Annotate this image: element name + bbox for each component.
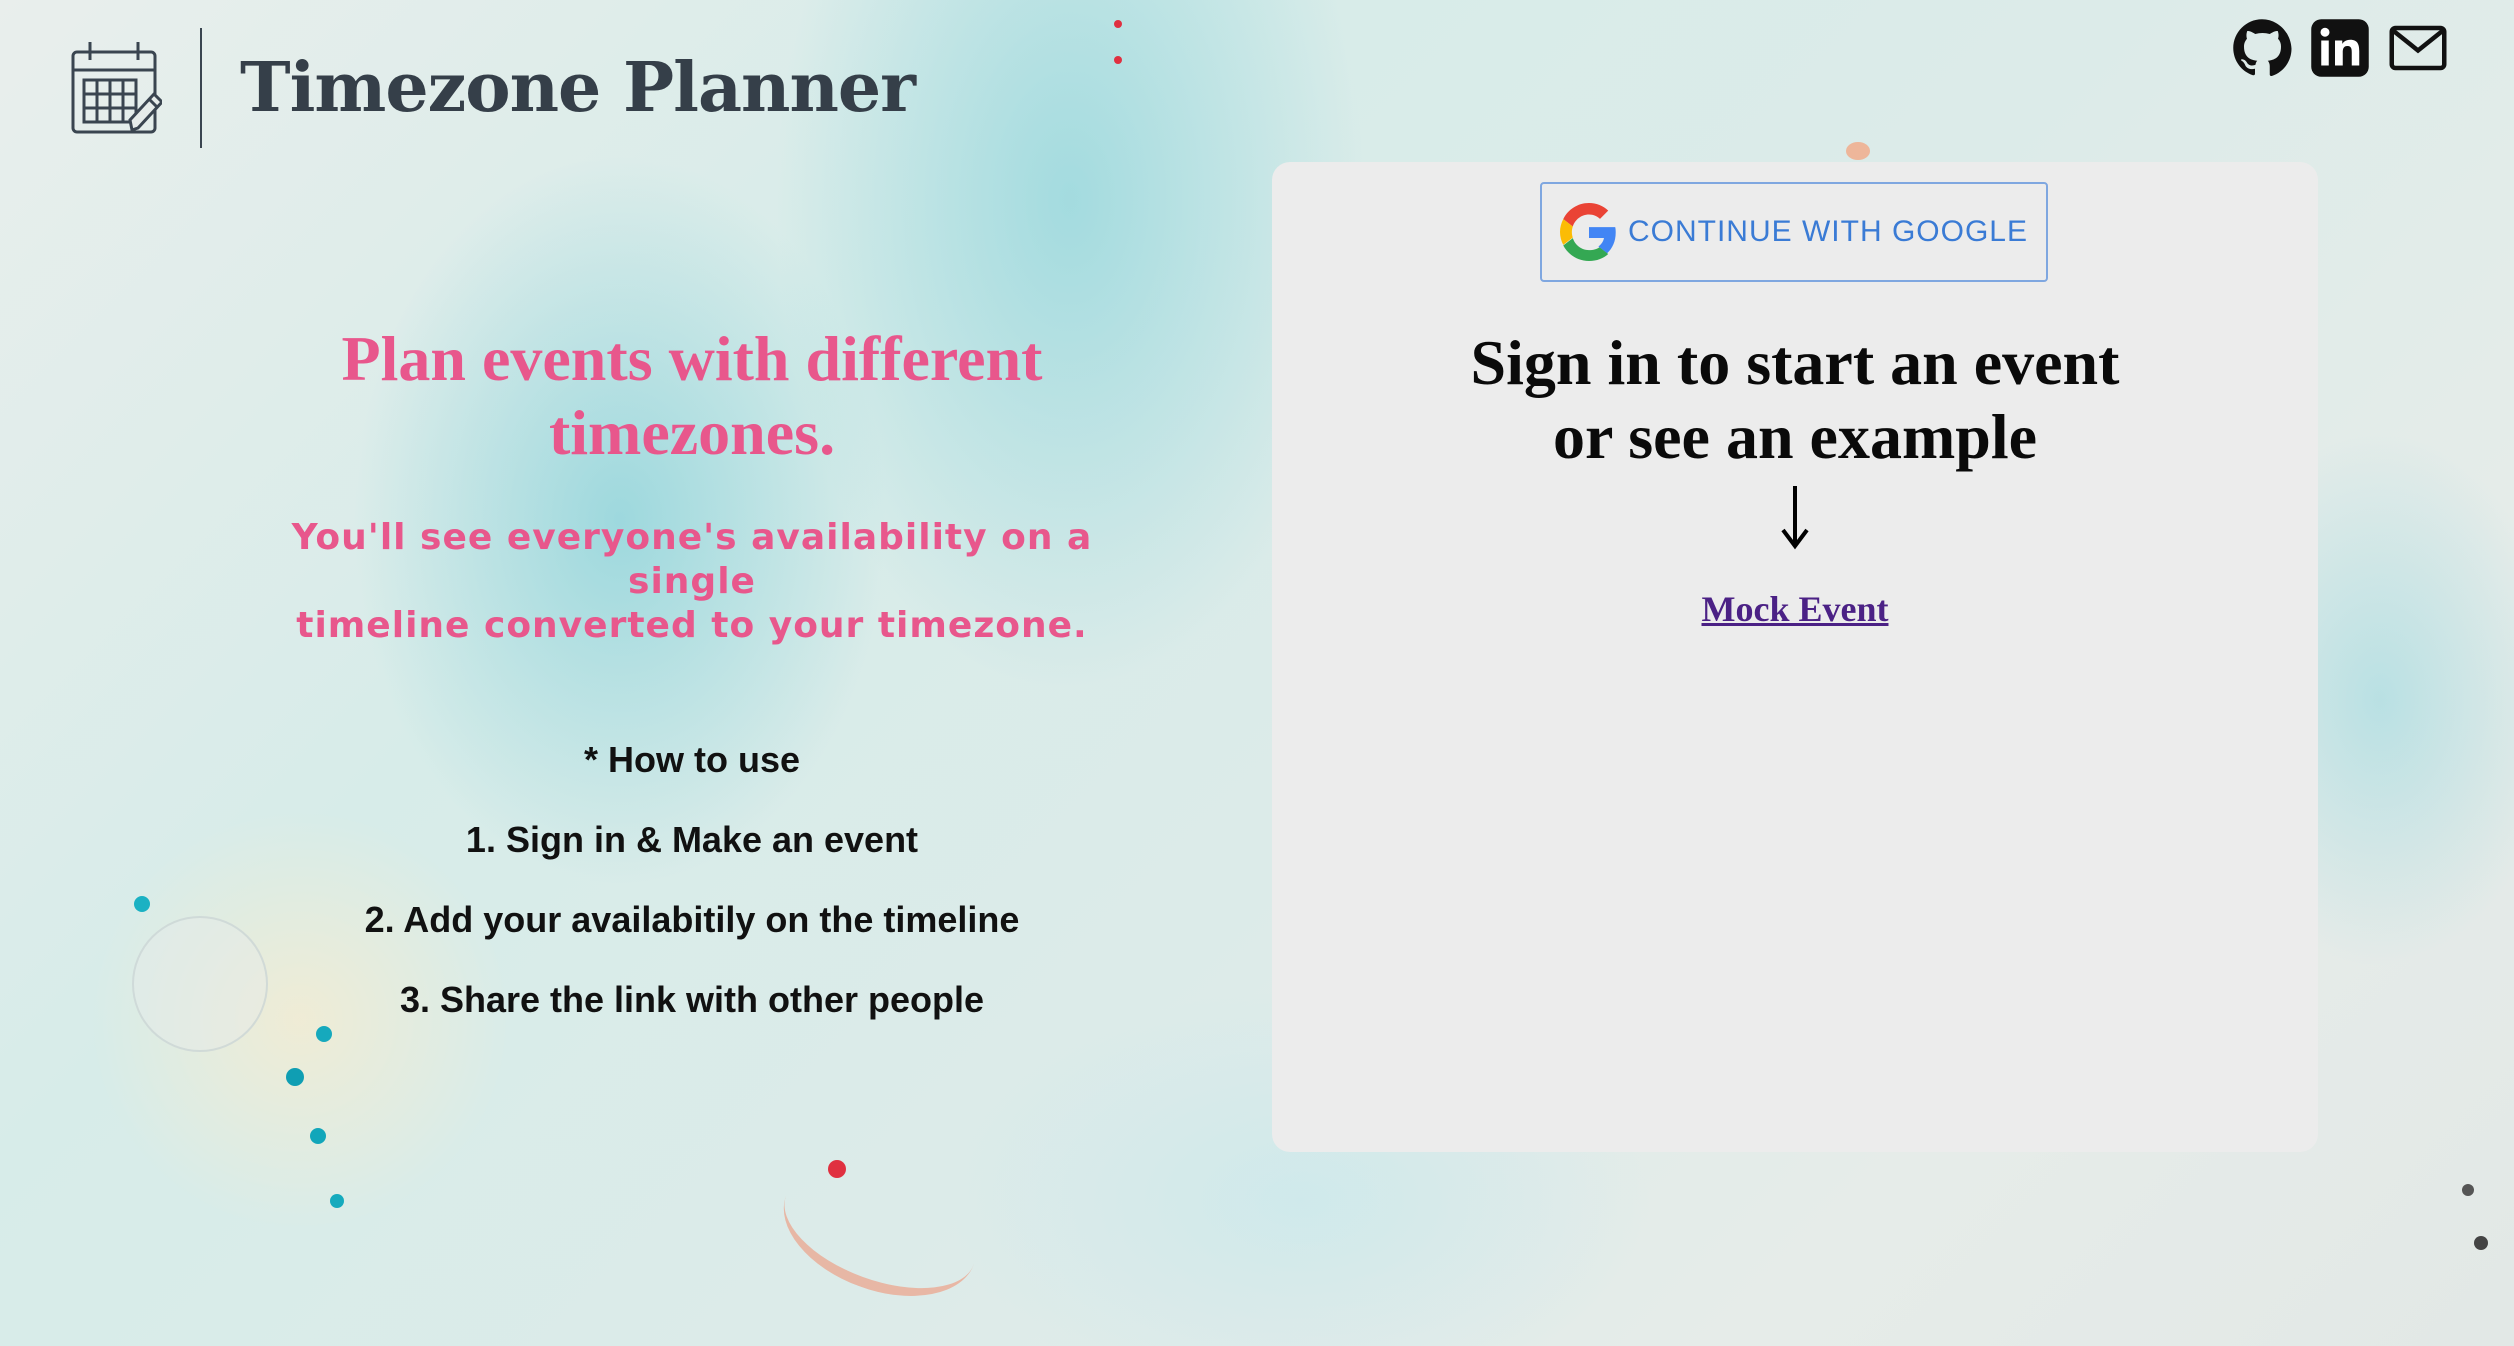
card-heading: Sign in to start an event or see an exam…: [1272, 326, 2318, 474]
mail-icon[interactable]: [2388, 18, 2448, 78]
app-title: Timezone Planner: [240, 48, 916, 128]
background-droplet: [310, 1128, 326, 1144]
background-droplet: [134, 896, 150, 912]
google-icon: [1559, 203, 1616, 261]
arrow-down-icon: [1781, 486, 1809, 550]
background-droplet: [1114, 56, 1122, 64]
calendar-edit-icon: [71, 42, 162, 134]
background-streak: [765, 1139, 995, 1321]
background-droplet: [330, 1194, 344, 1208]
mock-event-link[interactable]: Mock Event: [1272, 588, 2318, 630]
hero-title-line: Plan events with different: [341, 323, 1043, 394]
card-heading-line: Sign in to start an event: [1470, 327, 2120, 398]
social-links: [2232, 18, 2448, 78]
background-droplet: [2462, 1184, 2474, 1196]
sign-in-card: CONTINUE WITH GOOGLE Sign in to start an…: [1272, 162, 2318, 1152]
how-to-step: 2. Add your availabitily on the timeline: [364, 899, 1020, 940]
background-droplet: [1846, 142, 1870, 160]
how-to-step: 1. Sign in & Make an event: [465, 819, 919, 860]
hero-title: Plan events with different timezones.: [230, 322, 1154, 470]
card-heading-line: or see an example: [1552, 401, 2038, 472]
linkedin-icon[interactable]: [2310, 18, 2370, 78]
brand: Timezone Planner: [70, 28, 916, 148]
how-to-step: 3. Share the link with other people: [399, 979, 985, 1020]
how-to-use-heading: * How to use: [583, 739, 801, 780]
how-to-use-list: * How to use 1. Sign in & Make an event …: [230, 740, 1154, 1060]
google-button-label: CONTINUE WITH GOOGLE: [1627, 215, 2028, 248]
hero-subtitle: You'll see everyone's availability on a …: [230, 516, 1154, 648]
continue-with-google-button[interactable]: CONTINUE WITH GOOGLE: [1540, 182, 2048, 282]
hero-subtitle-line: You'll see everyone's availability on a …: [291, 517, 1093, 602]
background-droplet: [2474, 1236, 2488, 1250]
hero-subtitle-line: timeline converted to your timezone.: [296, 605, 1088, 646]
hero-title-line: timezones.: [548, 397, 836, 468]
brand-divider: [200, 28, 202, 148]
background-droplet: [1114, 20, 1122, 28]
github-icon[interactable]: [2232, 18, 2292, 78]
background-droplet: [286, 1068, 304, 1086]
background-droplet: [828, 1160, 846, 1178]
intro-section: Plan events with different timezones. Yo…: [230, 322, 1154, 1060]
